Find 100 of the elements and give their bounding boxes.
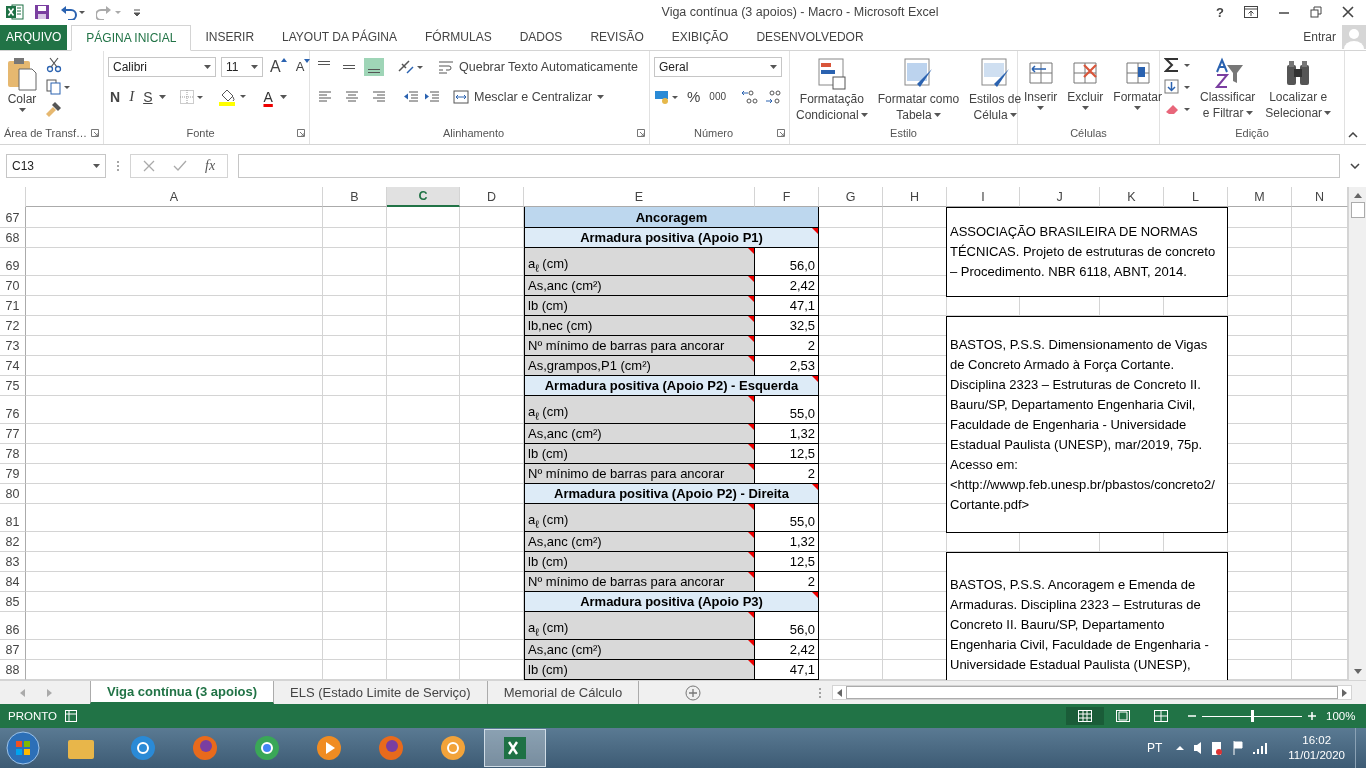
ribbon-tab[interactable]: PÁGINA INICIAL xyxy=(71,24,192,51)
caret-icon xyxy=(597,94,605,99)
vertical-scrollbar[interactable] xyxy=(1348,187,1366,681)
clock-date[interactable]: 11/01/2020 xyxy=(1288,748,1345,763)
horizontal-scrollbar[interactable] xyxy=(832,685,1352,701)
start-button-icon[interactable] xyxy=(6,731,40,765)
label-cell: Nº mínimo de barras para ancorar xyxy=(524,336,755,357)
font-name-field[interactable]: Calibri xyxy=(108,56,216,77)
window-title: Viga contínua (3 apoios) - Macro - Microsoft Excel xyxy=(660,5,940,20)
split-handle-icon[interactable] xyxy=(818,686,822,699)
cut-icon[interactable] xyxy=(46,56,62,73)
drag-handle-icon[interactable] xyxy=(116,160,120,173)
ribbon-tab[interactable]: DESENVOLVEDOR xyxy=(742,24,878,50)
grow-font-button[interactable]: A xyxy=(268,57,289,76)
language-indicator[interactable]: PT xyxy=(1146,741,1163,755)
editing-button[interactable]: Classificar e Filtrar xyxy=(1198,54,1258,123)
view-button[interactable] xyxy=(1066,707,1104,726)
caret-icon xyxy=(1081,105,1089,110)
help-button[interactable]: ? xyxy=(1216,4,1224,20)
paste-button[interactable]: Colar xyxy=(4,54,40,114)
editing-button[interactable]: Localizar e Selecionar xyxy=(1263,54,1334,123)
increase-indent-icon[interactable] xyxy=(424,90,440,103)
expand-icon[interactable] xyxy=(1350,163,1360,170)
add-sheet-icon[interactable] xyxy=(685,684,702,701)
close-icon[interactable] xyxy=(1342,6,1354,19)
increase-decimal-icon[interactable] xyxy=(741,88,760,105)
thousands-button[interactable]: 000 xyxy=(707,91,729,103)
column-header[interactable]: C xyxy=(387,187,460,208)
clock-time[interactable]: 16:02 xyxy=(1302,733,1332,748)
format-painter-icon[interactable] xyxy=(46,100,62,117)
scrollbar-thumb[interactable] xyxy=(1350,202,1365,219)
style-button[interactable]: Formatação Condicional xyxy=(794,54,870,125)
shrink-font-button[interactable]: A xyxy=(293,59,313,75)
caret-icon[interactable] xyxy=(279,94,287,99)
cells-button[interactable]: Inserir xyxy=(1022,54,1060,112)
insert-function-button[interactable]: fx xyxy=(205,158,216,175)
section-header-cell: Armadura positiva (Apoio P3) xyxy=(524,592,819,613)
ribbon-tab[interactable]: ARQUIVO xyxy=(0,24,68,50)
value-cell: 56,0 xyxy=(755,248,819,277)
merge-center-button[interactable]: Mesclar e Centralizar xyxy=(453,89,605,104)
orientation-icon[interactable] xyxy=(397,58,425,75)
fill-color-icon[interactable] xyxy=(218,87,249,106)
caret-icon xyxy=(93,164,100,169)
percent-button[interactable]: % xyxy=(685,88,703,106)
underline-button[interactable]: S xyxy=(141,88,155,105)
dialog-launcher-icon[interactable] xyxy=(297,129,305,138)
cells-button[interactable]: Excluir xyxy=(1065,54,1106,112)
undo-icon[interactable] xyxy=(60,4,86,21)
italic-button[interactable]: I xyxy=(127,88,137,106)
ribbon-tab[interactable]: LAYOUT DA PÁGINA xyxy=(268,24,411,50)
label-cell: a$_{ℓ}$ (cm) xyxy=(524,396,755,425)
label-cell: As,anc (cm²) xyxy=(524,640,755,661)
caret-icon[interactable] xyxy=(159,94,167,99)
app-icon xyxy=(252,733,282,763)
ribbon-tab[interactable]: FÓRMULAS xyxy=(411,24,506,50)
ribbon-tab[interactable]: INSERIR xyxy=(191,24,269,50)
cells-button[interactable]: Formatar xyxy=(1111,54,1165,112)
sheet-tab[interactable]: Viga contínua (3 apoios) xyxy=(90,681,274,705)
group-label: Estilo xyxy=(890,127,917,140)
ribbon-tab[interactable]: EXIBIÇÃO xyxy=(657,24,743,50)
ribbon-display-icon[interactable] xyxy=(1244,6,1258,19)
dialog-launcher-icon[interactable] xyxy=(91,129,100,138)
wrap-text-button[interactable]: Quebrar Texto Automaticamente xyxy=(438,59,639,74)
zoom-level[interactable]: 100% xyxy=(1326,710,1358,723)
label-cell: lb (cm) xyxy=(524,660,755,681)
value-cell: 2,42 xyxy=(755,276,819,297)
vertical-align-button[interactable] xyxy=(364,57,384,76)
style-button[interactable]: Estilos de Célula xyxy=(967,54,1024,125)
save-icon[interactable] xyxy=(34,4,50,21)
ribbon-tab[interactable]: DADOS xyxy=(505,24,577,50)
value-cell: 55,0 xyxy=(755,504,819,533)
dialog-launcher-icon[interactable] xyxy=(637,129,645,138)
number-format-field[interactable]: Geral xyxy=(654,56,782,77)
view-icon xyxy=(1078,710,1092,723)
bold-button[interactable]: N xyxy=(108,88,123,105)
decrease-decimal-icon[interactable] xyxy=(764,88,783,105)
caret-icon xyxy=(770,64,777,69)
macro-record-icon[interactable] xyxy=(65,710,77,723)
currency-icon[interactable] xyxy=(654,88,680,105)
value-cell: 2 xyxy=(755,572,819,593)
font-size-field[interactable]: 11 xyxy=(221,56,263,77)
formula-input[interactable] xyxy=(238,154,1340,179)
section-header-cell: Armadura positiva (Apoio P1) xyxy=(524,228,819,249)
name-box[interactable]: C13 xyxy=(6,154,106,179)
decrease-indent-icon[interactable] xyxy=(403,90,419,103)
label-cell: a$_{ℓ}$ (cm) xyxy=(524,504,755,533)
fill-icon[interactable] xyxy=(1164,78,1192,95)
zoom-slider-thumb[interactable] xyxy=(1251,709,1254,722)
zoom-in-icon[interactable] xyxy=(1308,712,1316,721)
font-color-button[interactable]: A xyxy=(261,88,275,105)
collapse-ribbon-icon[interactable] xyxy=(1348,131,1358,138)
left-arrow-icon xyxy=(837,688,842,697)
dialog-launcher-icon[interactable] xyxy=(777,129,785,138)
style-button[interactable]: Formatar como Tabela xyxy=(875,54,962,125)
restore-icon[interactable] xyxy=(1310,6,1322,19)
autosum-icon[interactable] xyxy=(1164,56,1192,73)
copy-icon[interactable] xyxy=(46,78,72,95)
taskbar-app[interactable] xyxy=(484,729,546,767)
sign-in-link[interactable]: Entrar xyxy=(1303,30,1336,45)
ribbon-tab[interactable]: REVISÃO xyxy=(576,24,658,50)
